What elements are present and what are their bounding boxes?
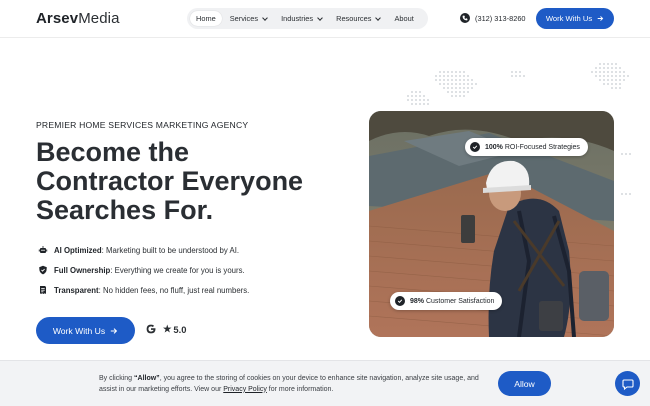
chevron-down-icon — [317, 14, 323, 21]
cookie-message: By clicking “Allow”, you agree to the st… — [99, 375, 479, 393]
headline-line: Searches For. — [36, 195, 214, 225]
hero-image: 100% ROI-Focused Strategies 98% Customer… — [369, 111, 614, 337]
hero-headline: Become the Contractor Everyone Searches … — [36, 138, 356, 225]
feature-item-transparent: Transparent: No hidden fees, no fluff, j… — [38, 280, 249, 300]
nav-item-label: Resources — [336, 14, 372, 23]
check-circle-icon — [395, 296, 405, 306]
hero-work-with-us-button[interactable]: Work With Us — [36, 317, 135, 344]
cookie-allow-button[interactable]: Allow — [498, 371, 551, 396]
arrow-right-icon — [597, 16, 604, 21]
nav-item-label: Industries — [281, 14, 314, 23]
roi-badge: 100% ROI-Focused Strategies — [465, 138, 588, 156]
cookie-banner: By clicking “Allow”, you agree to the st… — [0, 360, 650, 406]
brand-logo[interactable]: ArsevMedia — [36, 10, 120, 27]
google-rating: ★ 5.0 — [145, 323, 186, 335]
nav-item-about[interactable]: About — [388, 11, 419, 26]
headline-line: Become the — [36, 137, 190, 167]
rating-value: 5.0 — [173, 323, 187, 335]
robot-icon — [38, 245, 48, 255]
nav-item-home[interactable]: Home — [190, 11, 222, 26]
chat-bubble-icon — [621, 378, 634, 390]
satisfaction-badge: 98% Customer Satisfaction — [390, 292, 503, 310]
google-icon — [145, 323, 157, 335]
feature-text: Full Ownership: Everything we create for… — [54, 265, 245, 275]
nav-item-resources[interactable]: Resources — [330, 11, 386, 26]
phone-link[interactable]: (312) 313-8260 — [460, 13, 526, 23]
chat-widget-button[interactable] — [615, 371, 640, 396]
nav-item-services[interactable]: Services — [224, 11, 273, 26]
nav-item-industries[interactable]: Industries — [275, 11, 328, 26]
phone-icon — [460, 13, 470, 23]
feature-text: AI Optimized: Marketing built to be unde… — [54, 245, 240, 255]
feature-item-ai: AI Optimized: Marketing built to be unde… — [38, 240, 249, 260]
shield-icon — [38, 265, 48, 275]
hero-eyebrow: PREMIER HOME SERVICES MARKETING AGENCY — [36, 120, 249, 130]
phone-number: (312) 313-8260 — [475, 13, 526, 23]
feature-list: AI Optimized: Marketing built to be unde… — [38, 240, 249, 300]
check-circle-icon — [470, 142, 480, 152]
brand-name-regular: Media — [78, 10, 120, 27]
badge-text: 98% Customer Satisfaction — [410, 297, 495, 305]
receipt-icon — [38, 285, 48, 295]
site-header: ArsevMedia Home Services Industries Reso… — [0, 0, 650, 38]
nav-item-label: Home — [196, 14, 216, 23]
button-label: Work With Us — [545, 14, 593, 23]
nav-item-label: About — [394, 14, 414, 23]
button-label: Work With Us — [52, 325, 106, 336]
header-work-with-us-button[interactable]: Work With Us — [536, 8, 614, 29]
arrow-right-icon — [110, 327, 118, 334]
badge-text: 100% ROI-Focused Strategies — [485, 143, 580, 151]
main-nav: Home Services Industries Resources About — [187, 8, 428, 29]
feature-text: Transparent: No hidden fees, no fluff, j… — [54, 285, 250, 295]
rating-star-icon: ★ — [163, 323, 172, 334]
privacy-policy-link[interactable]: Privacy Policy — [223, 386, 267, 393]
feature-item-ownership: Full Ownership: Everything we create for… — [38, 260, 249, 280]
chevron-down-icon — [262, 14, 268, 21]
chevron-down-icon — [375, 14, 382, 21]
headline-line: Contractor Everyone — [36, 166, 304, 196]
nav-item-label: Services — [229, 14, 259, 23]
brand-name-bold: Arsev — [36, 10, 79, 27]
